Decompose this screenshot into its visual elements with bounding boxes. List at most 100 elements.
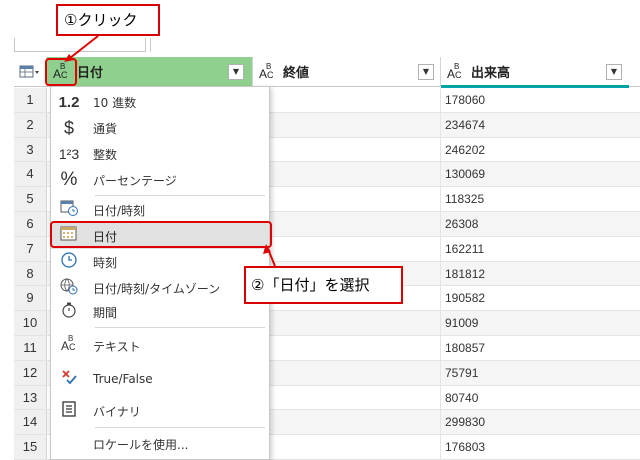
currency-icon: $ xyxy=(63,117,74,138)
formula-bar[interactable] xyxy=(150,38,640,52)
column-header-date[interactable]: ABC 日付 ▼ xyxy=(47,57,253,87)
cell-close[interactable]: 11 xyxy=(253,236,441,261)
column-title-close: 終値 xyxy=(283,66,310,81)
row-number[interactable]: 1 xyxy=(14,88,47,112)
text-icon: A B C xyxy=(61,333,76,353)
menu-item-percentage[interactable]: % パーセンテージ xyxy=(51,167,269,193)
menu-item-currency[interactable]: $ 通貨 xyxy=(51,115,269,141)
data-type-menu: 1.2 10 進数 $ 通貨 1²3 整数 % パーセンテージ 日付/時刻 日付… xyxy=(50,86,270,460)
menu-item-whole-number[interactable]: 1²3 整数 xyxy=(51,141,269,167)
table-menu-button[interactable] xyxy=(14,57,47,87)
annotation-highlight-date-item xyxy=(50,221,272,248)
row-number[interactable]: 4 xyxy=(14,162,47,187)
menu-item-label: パーセンテージ xyxy=(93,173,177,188)
cell-close[interactable]: 02 xyxy=(253,88,441,112)
column-filter-dropdown-close[interactable]: ▼ xyxy=(418,64,434,80)
menu-item-binary[interactable]: バイナリ xyxy=(51,398,269,424)
cell-volume[interactable]: 234674 xyxy=(441,113,629,137)
cell-volume[interactable]: 190582 xyxy=(441,286,629,310)
menu-item-use-locale[interactable]: ロケールを使用... xyxy=(51,431,269,457)
menu-item-label: True/False xyxy=(93,372,153,386)
cell-volume[interactable]: 130069 xyxy=(441,162,629,186)
cell-volume[interactable]: 80740 xyxy=(441,386,629,410)
cell-close[interactable]: 16 xyxy=(253,212,441,236)
row-number[interactable]: 13 xyxy=(14,385,47,410)
column-header-volume[interactable]: ABC 出来高 ▼ xyxy=(441,57,640,87)
duration-icon xyxy=(51,301,87,324)
cell-close[interactable]: 28 xyxy=(253,385,441,410)
cell-volume[interactable]: 246202 xyxy=(441,138,629,162)
cell-volume[interactable]: 91009 xyxy=(441,311,629,335)
cell-close[interactable]: 3 xyxy=(253,311,441,335)
cell-close[interactable]: 1 xyxy=(253,336,441,360)
true-false-icon xyxy=(51,368,87,391)
cell-volume[interactable]: 181812 xyxy=(441,262,629,286)
whole-number-icon: 1²3 xyxy=(58,146,80,162)
cell-close[interactable]: 00 xyxy=(253,187,441,211)
menu-item-label: 時刻 xyxy=(93,255,118,270)
column-filter-dropdown-volume[interactable]: ▼ xyxy=(606,64,622,80)
row-number[interactable]: 15 xyxy=(14,435,47,459)
decimal-number-icon: 1.2 xyxy=(58,93,80,111)
time-icon xyxy=(51,251,87,274)
datetime-timezone-icon xyxy=(51,277,87,300)
row-number[interactable]: 2 xyxy=(14,112,47,137)
column-filter-dropdown-date[interactable]: ▼ xyxy=(228,64,244,80)
annotation-step1: ①クリック xyxy=(56,4,160,36)
text-type-icon[interactable]: ABC xyxy=(259,62,279,81)
menu-item-label: バイナリ xyxy=(93,404,141,419)
menu-separator xyxy=(95,327,265,328)
menu-item-label: 日付/時刻 xyxy=(93,203,146,218)
menu-item-duration[interactable]: 期間 xyxy=(51,299,269,325)
row-number[interactable]: 8 xyxy=(14,261,47,286)
cell-volume[interactable]: 75791 xyxy=(441,361,629,385)
row-number[interactable]: 11 xyxy=(14,336,47,360)
percent-icon: % xyxy=(60,169,78,190)
cell-close[interactable]: 13 xyxy=(253,410,441,435)
row-number[interactable]: 6 xyxy=(14,212,47,236)
row-number[interactable]: 5 xyxy=(14,187,47,211)
cell-volume[interactable]: 26308 xyxy=(441,212,629,236)
cell-close[interactable]: 4 xyxy=(253,435,441,459)
menu-item-time[interactable]: 時刻 xyxy=(51,249,269,275)
row-number[interactable]: 3 xyxy=(14,137,47,162)
menu-item-label: 整数 xyxy=(93,147,118,162)
row-number[interactable]: 9 xyxy=(14,286,47,311)
menu-item-label: テキスト xyxy=(93,339,141,354)
column-header-close[interactable]: ABC 終値 ▼ xyxy=(253,57,441,87)
cell-close[interactable]: 3 xyxy=(253,162,441,187)
cell-close[interactable]: 09 xyxy=(253,360,441,385)
menu-item-label: 通貨 xyxy=(93,121,118,136)
menu-separator xyxy=(95,195,265,196)
cell-volume[interactable]: 176803 xyxy=(441,435,629,459)
menu-item-label: 10 進数 xyxy=(93,95,137,110)
row-number[interactable]: 14 xyxy=(14,410,47,435)
menu-item-datetime-timezone[interactable]: 日付/時刻/タイムゾーン xyxy=(51,275,269,301)
datetime-icon xyxy=(51,199,87,222)
binary-icon xyxy=(51,400,87,423)
cell-volume[interactable]: 180857 xyxy=(441,336,629,360)
annotation-step2: ②「日付」を選択 xyxy=(244,266,403,304)
row-number[interactable]: 12 xyxy=(14,360,47,385)
menu-separator xyxy=(95,427,265,428)
annotation-highlight-type-icon xyxy=(45,58,77,86)
menu-item-label: ロケールを使用... xyxy=(93,437,189,452)
menu-item-decimal[interactable]: 1.2 10 進数 xyxy=(51,89,269,115)
cell-volume[interactable]: 118325 xyxy=(441,187,629,211)
table-icon xyxy=(19,65,39,77)
cell-volume[interactable]: 162211 xyxy=(441,237,629,261)
cell-close[interactable]: 05 xyxy=(253,137,441,162)
cell-volume[interactable]: 299830 xyxy=(441,410,629,434)
row-number[interactable]: 7 xyxy=(14,236,47,261)
menu-item-label: 期間 xyxy=(93,305,118,320)
menu-item-text[interactable]: A B C テキスト xyxy=(51,333,269,359)
menu-item-datetime[interactable]: 日付/時刻 xyxy=(51,197,269,223)
row-number[interactable]: 10 xyxy=(14,311,47,335)
query-name-box[interactable] xyxy=(14,38,146,52)
menu-item-label: 日付/時刻/タイムゾーン xyxy=(93,281,221,296)
text-type-icon[interactable]: ABC xyxy=(447,62,467,81)
column-title-date: 日付 xyxy=(77,66,104,81)
menu-item-true-false[interactable]: True/False xyxy=(51,366,269,392)
cell-volume[interactable]: 178060 xyxy=(441,88,629,112)
cell-close[interactable]: 4 xyxy=(253,112,441,137)
